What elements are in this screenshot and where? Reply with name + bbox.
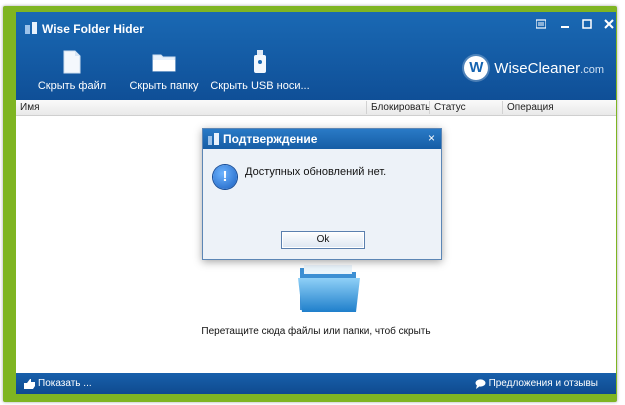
menu-icon[interactable] (532, 17, 550, 33)
hide-file-button[interactable]: Скрыть файл (22, 50, 122, 92)
wisecleaner-badge-icon: W (464, 56, 489, 80)
thumbs-up-icon (24, 378, 35, 389)
usb-drive-icon (254, 50, 266, 73)
drop-hint: Перетащите сюда файлы или папки, чтоб ск… (201, 326, 431, 337)
dialog-message: Доступных обновлений нет. (245, 166, 387, 178)
dialog-title-bar[interactable]: Подтверждение × (203, 129, 441, 149)
close-icon[interactable] (600, 17, 618, 33)
brand-name: WiseCleaner (494, 59, 581, 77)
show-label: Показать ... (38, 378, 92, 389)
file-icon (63, 50, 81, 74)
hide-usb-button[interactable]: Скрыть USB носи... (210, 50, 310, 92)
maximize-icon[interactable] (578, 17, 596, 33)
info-icon: ! (213, 165, 237, 189)
hide-folder-label: Скрыть папку (129, 80, 199, 92)
hide-folder-button[interactable]: Скрыть папку (114, 50, 214, 92)
column-lock[interactable]: Блокировать (366, 101, 430, 114)
show-button[interactable]: Показать ... (24, 378, 92, 389)
confirmation-dialog: Подтверждение × ! Доступных обновлений н… (202, 128, 442, 260)
app-logo-icon (208, 133, 219, 145)
ok-button[interactable]: Ok (281, 231, 365, 249)
hide-usb-label: Скрыть USB носи... (210, 80, 310, 92)
wisecleaner-text: WiseCleaner.com (494, 60, 604, 77)
minimize-icon[interactable] (556, 17, 574, 33)
wisecleaner-logo[interactable]: W WiseCleaner.com (464, 54, 604, 82)
status-bar: Показать ... Предложения и отзывы (16, 373, 616, 394)
dialog-close-icon[interactable]: × (428, 131, 435, 145)
column-header: Имя Блокировать Статус Операция (16, 100, 616, 116)
column-status[interactable]: Статус (429, 101, 502, 114)
folder-icon (298, 265, 360, 312)
brand-domain: .com (580, 63, 604, 76)
title-bar: Wise Folder Hider Скрыть файл Скрыть пап… (16, 12, 616, 100)
column-operation[interactable]: Операция (502, 101, 617, 114)
app-title: Wise Folder Hider (42, 22, 144, 36)
speech-bubble-icon (475, 378, 486, 389)
feedback-label: Предложения и отзывы (488, 378, 598, 389)
folder-icon (152, 54, 176, 72)
column-name[interactable]: Имя (16, 101, 365, 114)
dialog-title: Подтверждение (223, 132, 318, 146)
hide-file-label: Скрыть файл (37, 80, 107, 92)
feedback-button[interactable]: Предложения и отзывы (475, 378, 598, 389)
app-logo-icon (25, 22, 37, 34)
